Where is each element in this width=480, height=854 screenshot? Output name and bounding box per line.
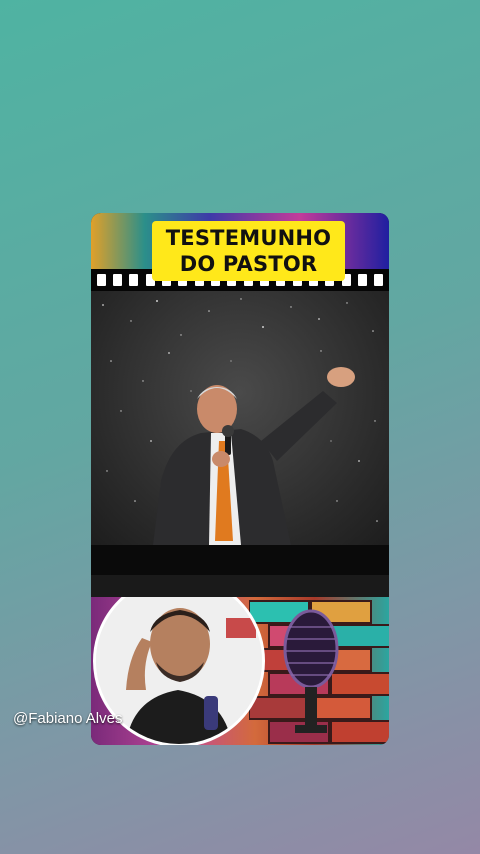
title-line-2: DO PASTOR: [179, 252, 318, 276]
preacher-figure: [153, 367, 355, 545]
video-card[interactable]: TESTEMUNHO DO PASTOR: [91, 213, 389, 745]
preacher-video-frame: [91, 291, 389, 545]
title-line-1: TESTEMUNHO: [165, 226, 332, 250]
brick-wall: [249, 600, 389, 744]
video-title-banner: TESTEMUNHO DO PASTOR: [152, 221, 345, 281]
divider-strip: [91, 545, 389, 575]
starfield: [102, 298, 378, 545]
creator-section: [91, 597, 389, 745]
creator-handle[interactable]: @Fabiano Alves: [13, 710, 122, 727]
